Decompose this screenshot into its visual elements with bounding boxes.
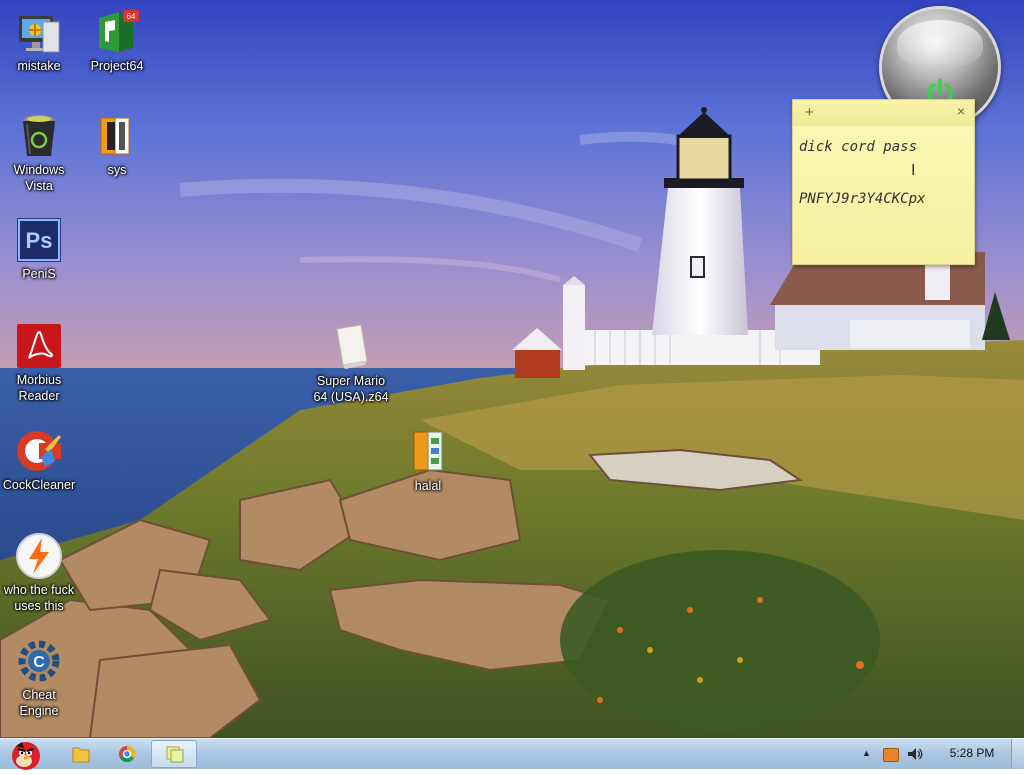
desktop-icon-label: halal — [414, 479, 442, 493]
start-button[interactable] — [2, 740, 52, 770]
angry-bird-icon — [12, 742, 40, 770]
folder-icon — [93, 112, 141, 160]
computer-icon — [15, 8, 63, 56]
taskbar-chrome[interactable] — [106, 740, 148, 768]
sticky-note-text[interactable]: dick cord pass PNFYJ9r3Y4CKCpx — [793, 126, 974, 220]
desktop-icon-cheat-engine[interactable]: C Cheat Engine — [1, 637, 77, 719]
desktop-icon-morbius-reader[interactable]: Morbius Reader — [1, 322, 77, 404]
desktop-icon-sys[interactable]: sys — [79, 112, 155, 178]
gear-icon: C — [15, 637, 63, 685]
lightning-icon — [15, 532, 63, 580]
desktop-icon-label: CockCleaner — [2, 478, 76, 492]
sticky-note[interactable]: + × dick cord pass PNFYJ9r3Y4CKCpx I — [792, 99, 975, 265]
add-note-button[interactable]: + — [805, 104, 814, 121]
desktop-icon-label: mistake — [17, 59, 61, 73]
photoshop-icon: Ps — [15, 216, 63, 264]
desktop-icon-label: PeniS — [22, 267, 56, 281]
pdf-reader-icon — [15, 322, 63, 370]
action-center-icon[interactable] — [883, 748, 899, 762]
chrome-icon — [119, 745, 136, 763]
archive-icon — [404, 428, 452, 476]
taskbar-clock[interactable]: 5:28 PM — [942, 746, 1002, 760]
show-desktop-button[interactable] — [1011, 739, 1024, 769]
close-note-button[interactable]: × — [957, 103, 965, 119]
desktop-icon-who-uses-this[interactable]: who the fuck uses this — [0, 532, 78, 614]
file-icon — [327, 323, 375, 371]
desktop-icon-label: Super Mario 64 (USA).z64 — [313, 374, 389, 404]
desktop-icon-halal[interactable]: halal — [390, 428, 466, 494]
ccleaner-icon — [15, 427, 63, 475]
desktop-icon-label: Morbius Reader — [16, 373, 62, 403]
sticky-notes-icon — [166, 746, 184, 763]
svg-text:Ps: Ps — [26, 228, 53, 253]
sticky-note-line: dick cord pass — [799, 139, 918, 155]
volume-icon[interactable] — [906, 746, 924, 767]
desktop-icon-label: sys — [107, 163, 127, 177]
text-cursor-icon: I — [911, 162, 916, 179]
desktop-icon-label: who the fuck uses this — [3, 583, 75, 613]
desktop-icon-label: Windows Vista — [13, 163, 65, 193]
taskbar-explorer[interactable] — [60, 740, 102, 768]
taskbar-sticky-notes[interactable] — [151, 740, 197, 768]
sticky-note-line: PNFYJ9r3Y4CKCpx — [799, 191, 926, 207]
desktop-icon-project64[interactable]: 64 Project64 — [79, 8, 155, 74]
folder-icon — [72, 747, 90, 763]
project64-icon: 64 — [93, 8, 141, 56]
desktop-icon-label: Project64 — [90, 59, 144, 73]
taskbar: ▲ 5:28 PM — [0, 738, 1024, 770]
recycle-bin-icon — [15, 112, 63, 160]
svg-text:64: 64 — [127, 12, 136, 21]
desktop-icon-label: Cheat Engine — [19, 688, 59, 718]
show-hidden-icons-button[interactable]: ▲ — [862, 748, 871, 758]
sticky-note-titlebar[interactable]: + × — [793, 100, 974, 126]
desktop-icon-penis[interactable]: Ps PeniS — [1, 216, 77, 282]
desktop-icon-windows-vista[interactable]: Windows Vista — [1, 112, 77, 194]
desktop-icon-cockcleaner[interactable]: CockCleaner — [1, 427, 77, 493]
desktop-icon-super-mario-64[interactable]: Super Mario 64 (USA).z64 — [312, 323, 390, 405]
svg-text:C: C — [33, 654, 45, 671]
desktop-icon-mistake[interactable]: mistake — [1, 8, 77, 74]
